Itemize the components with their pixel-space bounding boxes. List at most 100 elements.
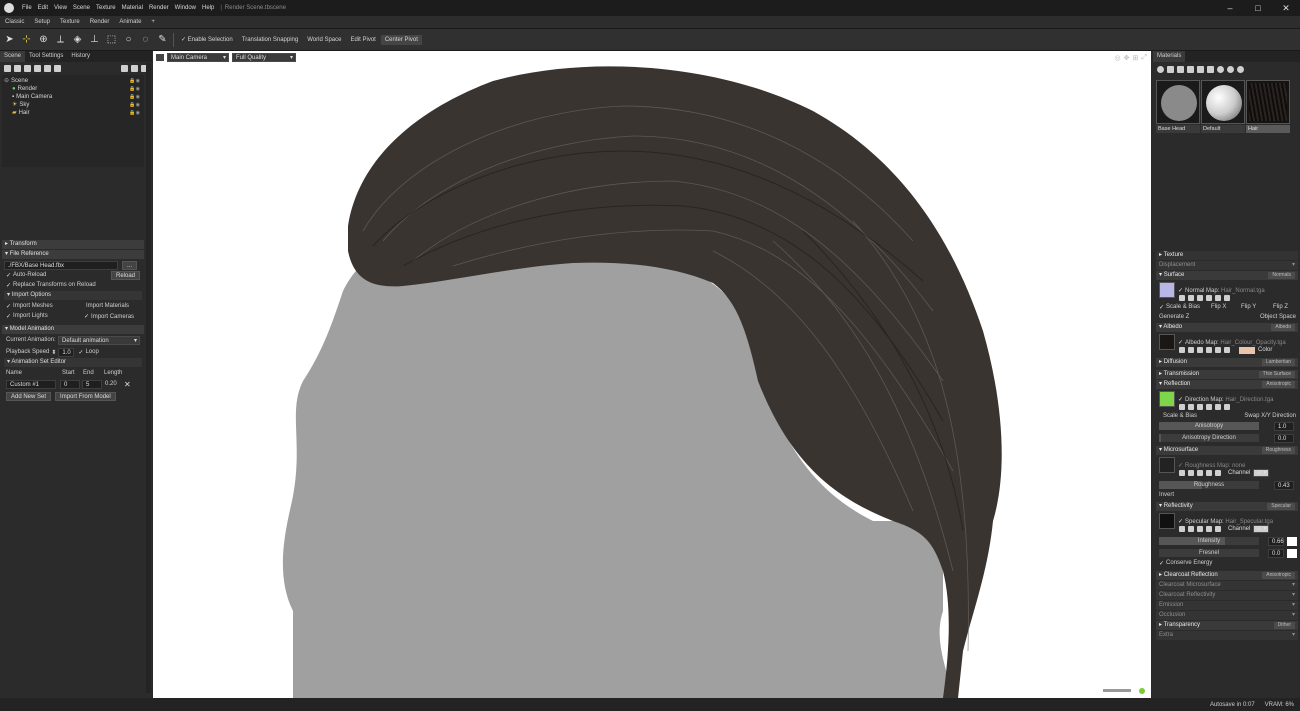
- current-animation-dropdown[interactable]: Default animation: [58, 335, 140, 345]
- group-icon[interactable]: [44, 65, 51, 72]
- material-thumb-base-head[interactable]: [1156, 80, 1200, 124]
- specular-map-tools[interactable]: Channel R: [1153, 525, 1300, 533]
- translation-snapping-button[interactable]: Translation Snapping: [238, 35, 302, 45]
- world-space-button[interactable]: World Space: [303, 35, 345, 45]
- albedo-section[interactable]: ▾ Albedo Albedo: [1156, 323, 1298, 332]
- playback-speed-field[interactable]: 1.0: [58, 347, 75, 357]
- tree-item[interactable]: ▪ Main Camera 🔒◉: [2, 93, 144, 101]
- maximize-button[interactable]: □: [1244, 0, 1272, 16]
- anim-start-field[interactable]: 0: [60, 379, 80, 389]
- edit-pivot-button[interactable]: Edit Pivot: [346, 35, 379, 45]
- conserve-energy-checkbox[interactable]: ✓: [1159, 560, 1164, 567]
- import-materials-checkbox[interactable]: Import Materials: [86, 303, 129, 309]
- duplicate-icon[interactable]: [131, 65, 138, 72]
- tab-setup[interactable]: Setup: [29, 19, 55, 25]
- tab-add[interactable]: +: [146, 19, 160, 25]
- duplicate-material-icon[interactable]: [1167, 65, 1174, 73]
- remove-set-icon[interactable]: ✕: [124, 380, 131, 389]
- tab-texture[interactable]: Texture: [55, 19, 85, 25]
- tab-materials[interactable]: Materials: [1153, 51, 1186, 62]
- displacement-section[interactable]: Displacement ▾: [1156, 261, 1298, 270]
- delete-icon[interactable]: [1207, 65, 1214, 73]
- import-lights-checkbox[interactable]: ✓: [6, 313, 11, 320]
- tab-render[interactable]: Render: [85, 19, 115, 25]
- add-material-icon[interactable]: [1157, 65, 1164, 73]
- surface-mode-dropdown[interactable]: Normals: [1268, 272, 1295, 279]
- reflection-section[interactable]: ▾ Reflection Anisotropic: [1156, 380, 1298, 389]
- import-cameras-checkbox[interactable]: ✓: [84, 314, 89, 320]
- zoom-icon[interactable]: ⊞: [1133, 54, 1139, 62]
- tree-item[interactable]: ● Render 🔒◉: [2, 85, 144, 93]
- anisotropy-direction-value[interactable]: 0.0: [1274, 433, 1294, 443]
- paint-icon[interactable]: [1237, 65, 1244, 73]
- menu-scene[interactable]: Scene: [70, 5, 93, 11]
- albedo-color-swatch[interactable]: [1239, 346, 1255, 354]
- rotate-gizmo-icon[interactable]: ⊕: [36, 32, 51, 47]
- anisotropy-direction-slider[interactable]: Anisotropy Direction: [1159, 434, 1259, 442]
- albedo-map-tools[interactable]: Color: [1153, 346, 1300, 354]
- circle-select-icon[interactable]: ○: [121, 32, 136, 47]
- lock-eye-icon[interactable]: 🔒◉: [129, 109, 140, 117]
- direction-map-tools[interactable]: [1153, 403, 1300, 411]
- lock-eye-icon[interactable]: 🔒◉: [129, 77, 140, 85]
- animation-set-editor-section[interactable]: ▾ Animation Set Editor: [4, 358, 142, 367]
- camera-dropdown[interactable]: Main Camera: [167, 52, 229, 62]
- anim-end-field[interactable]: 5: [82, 379, 102, 389]
- extra-section[interactable]: Extra ▾: [1156, 631, 1298, 640]
- texture-section[interactable]: ▸ Texture: [1156, 251, 1298, 260]
- microsurface-section[interactable]: ▾ Microsurface Roughness: [1156, 446, 1298, 455]
- close-button[interactable]: ✕: [1272, 0, 1300, 16]
- roughness-value[interactable]: 0.43: [1274, 480, 1294, 490]
- light-icon[interactable]: [14, 65, 21, 72]
- roughness-map-tools[interactable]: Channel R: [1153, 469, 1300, 477]
- flip-y-checkbox[interactable]: Flip Y: [1241, 304, 1256, 310]
- file-path-field[interactable]: ./FBX/Base Head.fbx: [4, 260, 118, 270]
- menu-edit[interactable]: Edit: [35, 5, 51, 11]
- clearcoat-reflection-section[interactable]: ▸ Clearcoat Reflection Anisotropic: [1156, 571, 1298, 580]
- render-canvas[interactable]: [153, 51, 1151, 698]
- generate-z-checkbox[interactable]: Generate Z: [1159, 314, 1189, 320]
- diffusion-section[interactable]: ▸ Diffusion Lambertian: [1156, 358, 1298, 367]
- loop-checkbox[interactable]: ✓: [78, 349, 83, 356]
- menu-render[interactable]: Render: [146, 5, 172, 11]
- transparency-mode-dropdown[interactable]: Dither: [1273, 622, 1295, 629]
- pivot-icon[interactable]: ⊥: [87, 32, 102, 47]
- mesh-select-icon[interactable]: ◈: [70, 32, 85, 47]
- replace-transforms-checkbox[interactable]: ✓: [6, 282, 11, 289]
- transmission-section[interactable]: ▸ Transmission Thin Surface: [1156, 370, 1298, 379]
- tab-scene[interactable]: Scene: [0, 51, 26, 62]
- specular-channel-dropdown[interactable]: R: [1253, 525, 1270, 533]
- transmission-mode-dropdown[interactable]: Thin Surface: [1258, 371, 1295, 378]
- quality-dropdown[interactable]: Full Quality: [232, 52, 296, 62]
- import-options-section[interactable]: ▾ Import Options: [4, 291, 142, 300]
- auto-reload-checkbox[interactable]: ✓: [6, 272, 11, 279]
- folder-icon[interactable]: [1187, 65, 1194, 73]
- menu-help[interactable]: Help: [199, 5, 217, 11]
- flip-z-checkbox[interactable]: Flip Z: [1273, 304, 1288, 310]
- flip-x-checkbox[interactable]: Flip X: [1211, 304, 1226, 310]
- microsurface-mode-dropdown[interactable]: Roughness: [1261, 447, 1295, 454]
- roughness-channel-dropdown[interactable]: R: [1253, 469, 1270, 477]
- pan-icon[interactable]: ✥: [1124, 54, 1130, 62]
- rect-select-icon[interactable]: ⬚: [104, 32, 119, 47]
- clearcoat-reflectivity-section[interactable]: Clearcoat Reflectivity ▾: [1156, 591, 1298, 600]
- copy-icon[interactable]: [1197, 65, 1204, 73]
- lasso-icon[interactable]: ◌: [138, 32, 153, 47]
- reflection-mode-dropdown[interactable]: Anisotropic: [1262, 381, 1295, 388]
- menu-material[interactable]: Material: [119, 5, 146, 11]
- spinner-icon[interactable]: ⬍: [51, 349, 56, 356]
- fresnel-value[interactable]: 0.0: [1268, 548, 1284, 558]
- anim-name-field[interactable]: Custom #1: [6, 379, 56, 389]
- import-from-model-button[interactable]: Import From Model: [55, 391, 116, 401]
- scale-bias-checkbox[interactable]: ✓: [1159, 304, 1164, 311]
- tab-animate[interactable]: Animate: [114, 19, 146, 25]
- move-gizmo-icon[interactable]: ⊹: [19, 32, 34, 47]
- tab-classic[interactable]: Classic: [0, 19, 29, 25]
- occlusion-section[interactable]: Occlusion ▾: [1156, 611, 1298, 620]
- fresnel-slider[interactable]: Fresnel: [1159, 549, 1259, 557]
- swap-xy-checkbox[interactable]: Swap X/Y Direction: [1244, 413, 1296, 419]
- menu-file[interactable]: File: [19, 5, 35, 11]
- lock-eye-icon[interactable]: 🔒◉: [129, 101, 140, 109]
- roughness-slider[interactable]: Roughness: [1159, 481, 1259, 489]
- pick-icon[interactable]: [1217, 65, 1224, 73]
